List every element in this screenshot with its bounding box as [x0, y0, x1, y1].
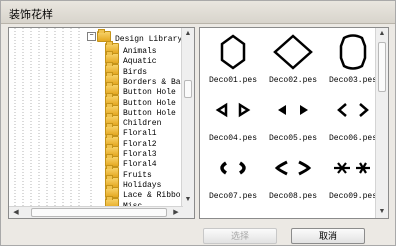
design-thumbnail-1[interactable]: Deco01.pes	[204, 32, 262, 88]
design-filename: Deco04.pes	[208, 134, 257, 143]
leaf-pair-icon	[274, 160, 312, 176]
design-filename: Deco07.pes	[208, 192, 257, 201]
diamond-outline-icon	[273, 34, 313, 70]
design-filename: Deco09.pes	[328, 192, 377, 201]
triangle-pair-outline-icon	[215, 102, 251, 118]
gallery-vertical-scrollbar[interactable]: ▲ ▼	[375, 28, 388, 218]
octagon-outline-icon	[339, 34, 367, 70]
curly-chevron-pair-icon	[220, 161, 246, 175]
select-button[interactable]: 选择	[203, 228, 277, 244]
design-filename: Deco02.pes	[268, 76, 317, 85]
tree-horizontal-scrollbar[interactable]: ◀ ▶	[9, 206, 183, 218]
design-thumbnail-7[interactable]: Deco07.pes	[204, 148, 262, 204]
scroll-up-arrow-icon[interactable]: ▲	[183, 28, 193, 40]
hexagon-outline-icon	[220, 34, 246, 70]
design-gallery[interactable]: Deco01.pes Deco02.pes Deco03.pes Deco04.pes…	[199, 27, 389, 219]
tree-collapse-toggle[interactable]: −	[87, 32, 96, 41]
scroll-left-arrow-icon[interactable]: ◀	[11, 207, 21, 218]
gallery-scroll-up-icon[interactable]: ▲	[377, 28, 387, 40]
scroll-right-arrow-icon[interactable]: ▶	[171, 207, 181, 218]
design-thumbnail-9[interactable]: Deco09.pes	[324, 148, 382, 204]
triangle-pair-solid-icon	[278, 105, 308, 115]
design-thumbnail-5[interactable]: Deco05.pes	[264, 90, 322, 146]
design-thumbnail-4[interactable]: Deco04.pes	[204, 90, 262, 146]
dialog-window: 装饰花样 − Design Library Animals Aquatic Birds…	[0, 0, 396, 246]
gallery-scroll-thumb[interactable]	[378, 42, 386, 92]
design-thumbnail-6[interactable]: Deco06.pes	[324, 90, 382, 146]
design-filename: Deco05.pes	[268, 134, 317, 143]
tree-scroll-thumb[interactable]	[184, 80, 192, 98]
design-library-tree[interactable]: − Design Library Animals Aquatic Birds Borde…	[8, 27, 195, 219]
tree-hscroll-thumb[interactable]	[31, 208, 167, 217]
window-title: 装饰花样	[9, 9, 53, 21]
ornament-pair-icon	[334, 162, 370, 174]
design-filename: Deco08.pes	[268, 192, 317, 201]
tree-guide-lines	[14, 28, 92, 206]
design-thumbnail-3[interactable]: Deco03.pes	[324, 32, 382, 88]
tree-vertical-scrollbar[interactable]: ▲ ▼	[181, 28, 194, 218]
design-thumbnail-2[interactable]: Deco02.pes	[264, 32, 322, 88]
design-thumbnail-8[interactable]: Deco08.pes	[264, 148, 322, 204]
gallery-scroll-down-icon[interactable]: ▼	[377, 206, 387, 218]
chevron-pair-icon	[337, 103, 369, 117]
title-bar: 装饰花样	[1, 1, 395, 24]
design-filename: Deco01.pes	[208, 76, 257, 85]
scroll-down-arrow-icon[interactable]: ▼	[183, 194, 193, 206]
design-filename: Deco03.pes	[328, 76, 377, 85]
design-filename: Deco06.pes	[328, 134, 377, 143]
cancel-button[interactable]: 取消	[291, 228, 365, 244]
